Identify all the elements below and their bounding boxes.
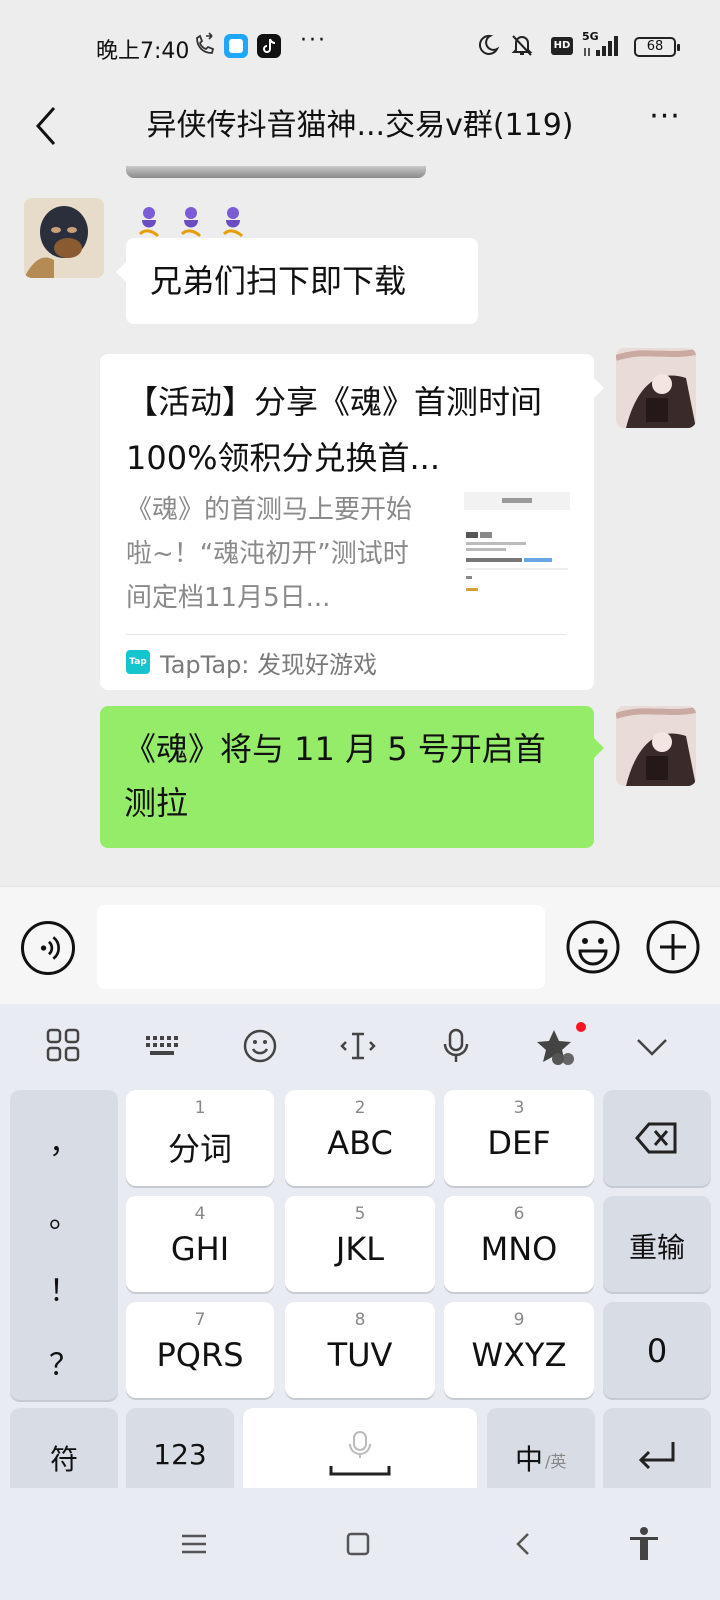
key-number: 5 (354, 1204, 366, 1224)
chat-more-button[interactable]: ··· (640, 102, 690, 142)
key-label: 符 (49, 1443, 78, 1476)
cursor-icon[interactable] (338, 1026, 378, 1066)
key-label: WXYZ (471, 1336, 567, 1374)
key-6[interactable]: 6 MNO (444, 1196, 594, 1292)
punct-exclaim-key[interactable]: ！ (10, 1266, 118, 1310)
enter-icon (638, 1442, 675, 1470)
do-not-disturb-moon-icon (478, 34, 500, 55)
key-2[interactable]: 2 ABC (285, 1090, 435, 1186)
key-8[interactable]: 8 TUV (285, 1302, 435, 1398)
punct-period-key[interactable]: 。 (10, 1192, 118, 1236)
key-label: JKL (335, 1230, 385, 1268)
key-label: 0 (646, 1332, 668, 1370)
key-label: PQRS (156, 1336, 244, 1374)
key-4[interactable]: 4 GHI (126, 1196, 274, 1292)
favorites-star-icon[interactable] (534, 1026, 576, 1066)
image-message-partial[interactable] (126, 166, 426, 178)
apps-grid-icon[interactable] (44, 1026, 84, 1066)
backspace-key[interactable] (603, 1090, 711, 1186)
key-number: 6 (513, 1204, 525, 1224)
key-7[interactable]: 7 PQRS (126, 1302, 274, 1398)
punctuation-column[interactable]: ， 。 ！ ？ (10, 1090, 118, 1400)
mute-bell-icon (511, 35, 533, 56)
reinput-key[interactable]: 重输 (603, 1196, 711, 1292)
key-label: ABC (327, 1124, 393, 1162)
key-label: DEF (487, 1124, 551, 1162)
key-number: 9 (513, 1310, 525, 1330)
back-nav-icon[interactable] (506, 1526, 542, 1562)
card-divider (126, 634, 566, 635)
app-notification-icon (224, 34, 248, 58)
input-bar (0, 886, 720, 1004)
accessibility-icon[interactable] (626, 1526, 662, 1562)
key-number: 8 (354, 1310, 366, 1330)
signal-icon (584, 36, 618, 56)
key-number: 4 (194, 1204, 206, 1224)
status-bar: 晚上7:40 ··· HD 5G 68 (0, 0, 720, 90)
key-label: GHI (170, 1230, 230, 1268)
key-label: 分词 (167, 1130, 232, 1168)
emoji-reaction-row (132, 204, 250, 238)
share-card-title: 【活动】分享《魂》首测时间 100%领积分兑换首... (126, 383, 543, 477)
en-label: /英 (545, 1452, 567, 1471)
emoji-button[interactable] (565, 919, 621, 975)
message-text: 《魂》将与 11 月 5 号开启首测拉 (124, 730, 546, 822)
tiktok-icon (257, 34, 281, 58)
smiley-icon[interactable] (240, 1026, 280, 1066)
battery-indicator: 68 (634, 37, 680, 57)
self-avatar[interactable] (616, 348, 696, 428)
system-nav-bar (0, 1488, 720, 1600)
message-text: 兄弟们扫下即下载 (150, 262, 407, 300)
key-label: MNO (480, 1230, 558, 1268)
key-number: 1 (194, 1098, 206, 1118)
share-card-source-label: TapTap: 发现好游戏 (160, 650, 377, 679)
more-notifications-icon: ··· (300, 28, 327, 53)
key-9[interactable]: 9 WXYZ (444, 1302, 594, 1398)
punct-question-key[interactable]: ？ (10, 1340, 118, 1384)
microphone-icon[interactable] (436, 1026, 476, 1066)
message-input[interactable] (97, 905, 545, 989)
zh-label: 中 (515, 1443, 544, 1476)
key-1[interactable]: 1 分词 (126, 1090, 274, 1186)
taptap-logo-icon: Tap (126, 650, 150, 674)
share-card[interactable]: 【活动】分享《魂》首测时间 100%领积分兑换首... 《魂》的首测马上要开始啦… (100, 354, 604, 690)
key-label: TUV (327, 1336, 393, 1374)
key-label: 123 (153, 1438, 207, 1471)
more-functions-button[interactable] (645, 919, 701, 975)
key-5[interactable]: 5 JKL (285, 1196, 435, 1292)
key-number: 2 (354, 1098, 366, 1118)
share-card-description: 《魂》的首测马上要开始啦~！“魂沌初开”测试时间定档11月5日... (126, 495, 413, 613)
home-icon[interactable] (340, 1526, 376, 1562)
backspace-icon (635, 1122, 677, 1154)
menu-icon[interactable] (176, 1526, 212, 1562)
space-mic-icon (329, 1431, 391, 1476)
message-bubble-self[interactable]: 《魂》将与 11 月 5 号开启首测拉 (100, 706, 604, 848)
genie-emoji-icon (222, 207, 244, 238)
share-card-thumbnail (464, 492, 570, 596)
zero-key[interactable]: 0 (603, 1302, 711, 1398)
message-bubble[interactable]: 兄弟们扫下即下载 (116, 238, 478, 324)
key-label: 重输 (628, 1231, 685, 1264)
keyboard-toolbar (0, 1004, 720, 1084)
sender-avatar[interactable] (24, 198, 104, 278)
voice-input-button[interactable] (21, 921, 75, 975)
share-card-source: Tap TapTap: 发现好游戏 (126, 646, 377, 679)
key-3[interactable]: 3 DEF (444, 1090, 594, 1186)
keyboard-layout-icon[interactable] (142, 1026, 182, 1066)
key-number: 7 (194, 1310, 206, 1330)
hd-badge: HD (551, 37, 573, 55)
genie-emoji-icon (180, 207, 202, 238)
genie-emoji-icon (138, 207, 160, 238)
chat-area[interactable]: 兄弟们扫下即下载 【活动】分享《魂》首测时间 100%领积分兑换首... 《魂》… (0, 166, 720, 886)
key-number: 3 (513, 1098, 525, 1118)
notification-dot (576, 1022, 586, 1032)
collapse-keyboard-icon[interactable] (632, 1026, 672, 1066)
chat-header: 异侠传抖音猫神...交易v群(119) ··· (0, 90, 720, 166)
self-avatar[interactable] (616, 706, 696, 786)
status-time: 晚上7:40 (96, 39, 190, 64)
punct-comma-key[interactable]: ， (10, 1118, 118, 1162)
chat-title: 异侠传抖音猫神...交易v群(119) (146, 108, 574, 143)
call-forward-icon (196, 32, 215, 54)
